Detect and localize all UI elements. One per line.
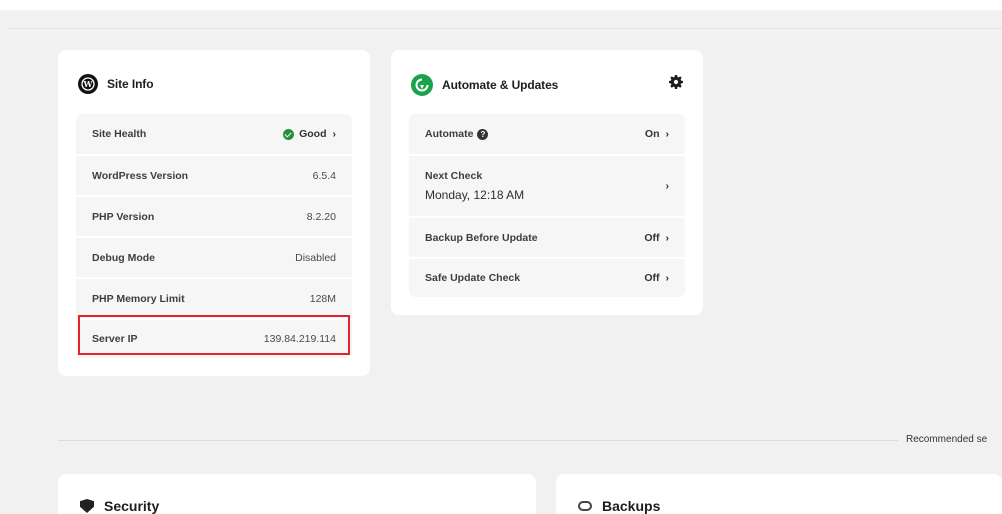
backups-header: Backups [578,498,660,514]
automate-list: Automate? On › Next Check Monday, 12:18 A… [409,114,685,297]
safe-update-check-label: Safe Update Check [425,272,521,284]
security-header: Security [80,498,159,514]
automate-icon [411,74,433,96]
top-bar [0,0,1002,10]
wordpress-version-value: 6.5.4 [312,169,336,182]
php-version-label: PHP Version [92,210,155,223]
php-memory-limit-value: 128M [309,292,336,305]
help-icon[interactable]: ? [477,128,489,140]
chevron-right-icon: › [665,128,670,140]
wordpress-icon: W [78,74,98,94]
backups-card: Backups [556,474,1002,514]
recommended-settings-label: Recommended se [906,434,988,445]
chevron-right-icon: › [332,128,337,140]
top-divider [8,28,1002,29]
automate-updates-card: Automate & Updates Automate? On › Next Ch… [391,50,703,315]
server-ip-highlight-box [78,315,350,355]
next-check-label-group: Next Check Monday, 12:18 AM [425,170,524,202]
site-info-header: W Site Info [78,74,154,94]
site-health-value: Good › [283,128,336,140]
shield-icon [80,499,94,513]
safe-update-check-row[interactable]: Safe Update Check Off › [409,259,685,297]
chevron-right-icon: › [665,231,670,244]
backup-before-update-value: Off › [644,231,670,244]
check-circle-icon [283,128,295,140]
site-info-title: Site Info [107,77,154,91]
backups-title: Backups [602,498,661,514]
svg-text:W: W [83,79,94,89]
site-health-label: Site Health [92,128,147,140]
debug-mode-value: Disabled [295,251,336,264]
debug-mode-row: Debug Mode Disabled [76,238,352,277]
php-memory-limit-label: PHP Memory Limit [92,292,185,305]
debug-mode-label: Debug Mode [92,251,155,264]
next-check-label: Next Check [425,170,483,182]
automate-row[interactable]: Automate? On › [409,114,685,154]
backup-before-update-row[interactable]: Backup Before Update Off › [409,218,685,257]
automate-value: On › [644,128,670,140]
site-info-card: W Site Info Site Health Good › WordPress … [58,50,370,376]
automate-title: Automate & Updates [442,78,559,92]
php-version-row: PHP Version 8.2.20 [76,197,352,236]
backup-before-update-label: Backup Before Update [425,231,538,244]
chevron-right-icon: › [665,180,670,192]
php-version-value: 8.2.20 [306,210,336,223]
next-check-row[interactable]: Next Check Monday, 12:18 AM › [409,156,685,216]
next-check-value: Monday, 12:18 AM [425,188,525,202]
section-divider [58,440,898,441]
safe-update-check-value: Off › [644,272,669,284]
php-memory-limit-row: PHP Memory Limit 128M [76,279,352,318]
wordpress-version-row: WordPress Version 6.5.4 [76,156,352,195]
automate-header: Automate & Updates [411,74,558,96]
gear-icon[interactable] [669,75,683,89]
backup-icon [578,501,592,511]
wordpress-version-label: WordPress Version [92,169,189,182]
automate-label-group: Automate? [425,128,489,140]
security-card: Security [58,474,536,514]
security-title: Security [104,498,160,514]
site-health-row[interactable]: Site Health Good › [76,114,352,154]
chevron-right-icon: › [665,272,670,284]
